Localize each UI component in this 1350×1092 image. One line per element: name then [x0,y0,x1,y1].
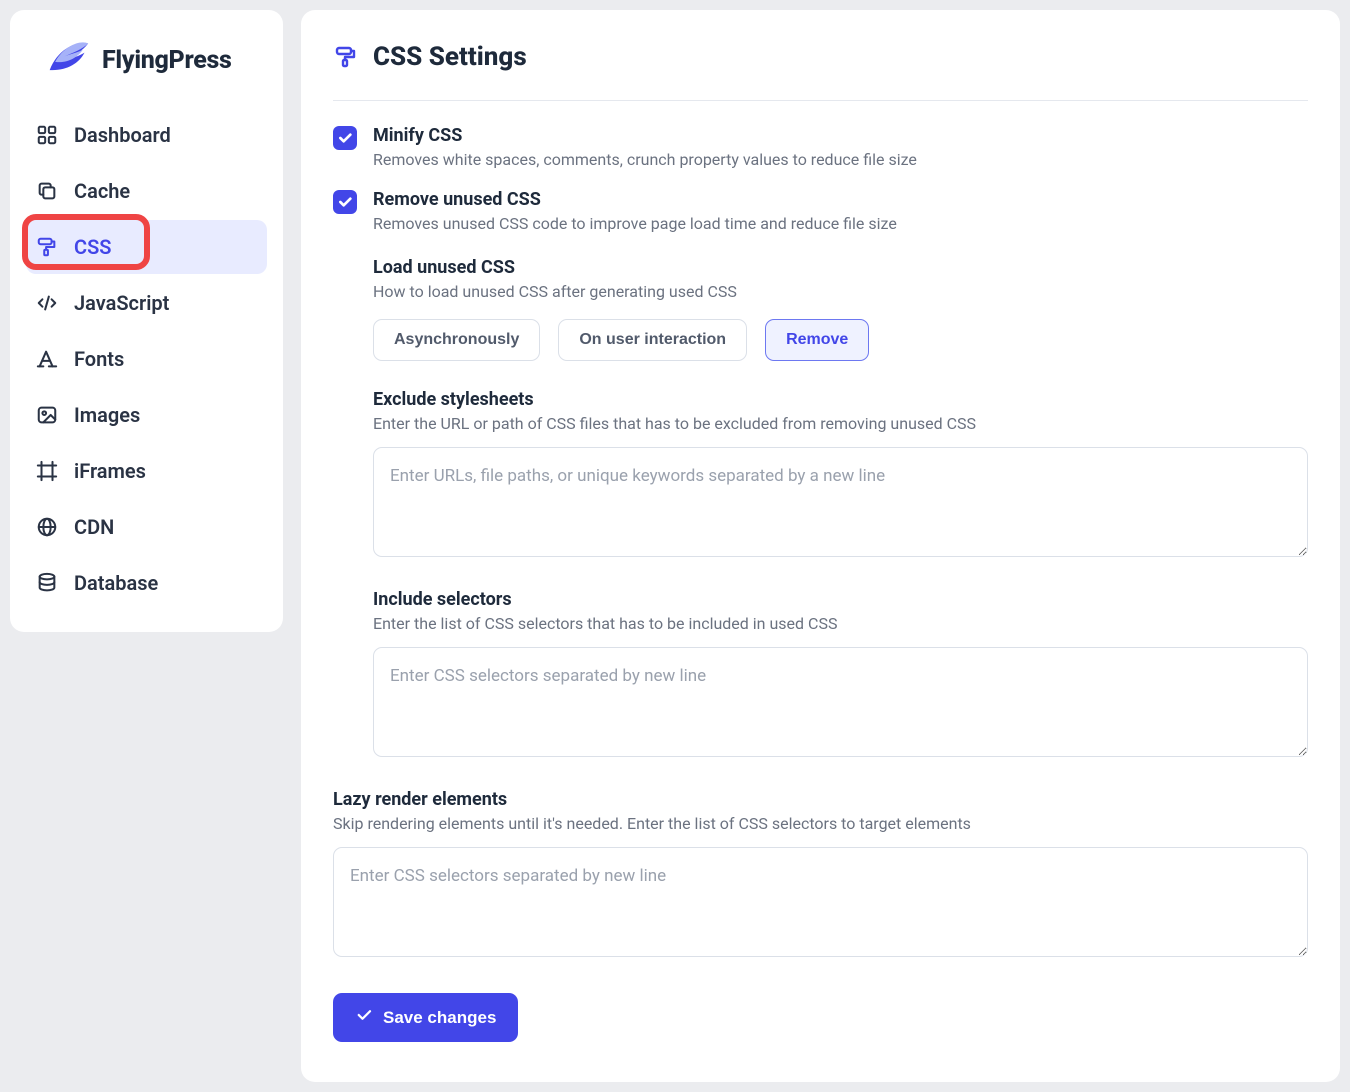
sub-desc: How to load unused CSS after generating … [373,282,1308,301]
sidebar-item-label: Dashboard [74,123,171,147]
lazy-render-input[interactable] [333,847,1308,957]
include-selectors-block: Include selectors Enter the list of CSS … [373,589,1308,761]
dashboard-icon [34,122,60,148]
setting-minify-css: Minify CSS Removes white spaces, comment… [333,125,1308,169]
content: Minify CSS Removes white spaces, comment… [333,101,1308,1042]
sidebar-item-label: CSS [74,235,112,259]
save-button-label: Save changes [383,1008,496,1028]
sub-desc: Enter the URL or path of CSS files that … [373,414,1308,433]
sub-title: Load unused CSS [373,257,1308,278]
app-root: FlyingPress Dashboard Cache CSS [0,0,1350,1092]
sidebar: FlyingPress Dashboard Cache CSS [10,10,283,632]
page-title: CSS Settings [373,42,527,72]
option-remove[interactable]: Remove [765,319,869,361]
brand-name: FlyingPress [102,46,232,75]
sidebar-nav: Dashboard Cache CSS JavaScript [10,108,283,610]
include-selectors-input[interactable] [373,647,1308,757]
checkbox-remove-unused-css[interactable] [333,190,357,214]
main-panel: CSS Settings Minify CSS Removes white sp… [301,10,1340,1082]
load-unused-options: Asynchronously On user interaction Remov… [373,319,1308,361]
paint-roller-icon [34,234,60,260]
sub-desc: Enter the list of CSS selectors that has… [373,614,1308,633]
sidebar-item-label: JavaScript [74,291,169,315]
font-icon [34,346,60,372]
check-icon [355,1006,373,1029]
copy-icon [34,178,60,204]
sub-title: Include selectors [373,589,1308,610]
setting-title: Remove unused CSS [373,189,1308,210]
sidebar-item-database[interactable]: Database [26,556,267,610]
sidebar-item-css[interactable]: CSS [26,220,267,274]
option-asynchronously[interactable]: Asynchronously [373,319,540,361]
setting-desc: Removes unused CSS code to improve page … [373,214,1308,233]
setting-remove-unused-css: Remove unused CSS Removes unused CSS cod… [333,189,1308,233]
sidebar-item-label: CDN [74,515,114,539]
option-on-user-interaction[interactable]: On user interaction [558,319,747,361]
paint-roller-icon [333,44,359,70]
panel-header: CSS Settings [333,42,1308,101]
globe-icon [34,514,60,540]
sidebar-item-cdn[interactable]: CDN [26,500,267,554]
image-icon [34,402,60,428]
load-unused-css-block: Load unused CSS How to load unused CSS a… [373,257,1308,361]
sidebar-item-dashboard[interactable]: Dashboard [26,108,267,162]
brand: FlyingPress [10,38,283,108]
frame-icon [34,458,60,484]
sidebar-item-cache[interactable]: Cache [26,164,267,218]
setting-title: Minify CSS [373,125,1308,146]
sidebar-item-label: Images [74,403,140,427]
remove-unused-sub: Load unused CSS How to load unused CSS a… [333,257,1308,761]
sub-title: Lazy render elements [333,789,1308,810]
sidebar-item-fonts[interactable]: Fonts [26,332,267,386]
brand-logo-icon [46,38,90,82]
setting-desc: Removes white spaces, comments, crunch p… [373,150,1308,169]
sidebar-item-label: iFrames [74,459,146,483]
lazy-render-block: Lazy render elements Skip rendering elem… [333,789,1308,961]
sidebar-item-javascript[interactable]: JavaScript [26,276,267,330]
exclude-stylesheets-input[interactable] [373,447,1308,557]
database-icon [34,570,60,596]
sub-title: Exclude stylesheets [373,389,1308,410]
checkbox-minify-css[interactable] [333,126,357,150]
sidebar-item-iframes[interactable]: iFrames [26,444,267,498]
sidebar-item-label: Cache [74,179,130,203]
sidebar-item-images[interactable]: Images [26,388,267,442]
save-changes-button[interactable]: Save changes [333,993,518,1042]
sidebar-item-label: Database [74,571,158,595]
sidebar-item-label: Fonts [74,347,124,371]
sub-desc: Skip rendering elements until it's neede… [333,814,1308,833]
exclude-stylesheets-block: Exclude stylesheets Enter the URL or pat… [373,389,1308,561]
code-icon [34,290,60,316]
